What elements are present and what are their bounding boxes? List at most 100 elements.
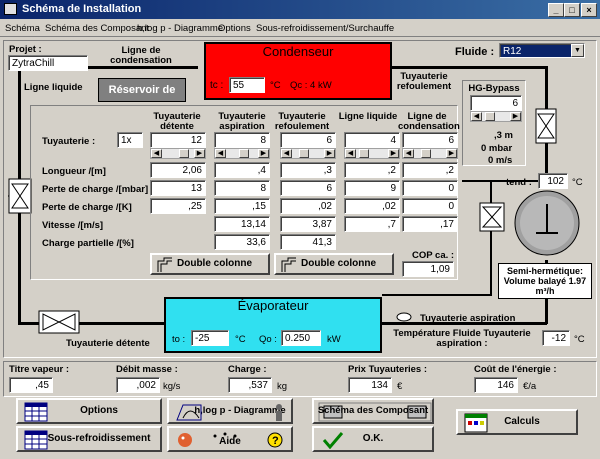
to-input[interactable]: -25 xyxy=(191,330,229,346)
tuyauterie-ligne-liquide[interactable]: 4 xyxy=(344,132,400,148)
ligne-condensation-label: Ligne de condensation xyxy=(110,45,172,66)
checkmark-icon xyxy=(322,432,344,449)
to-label: to : xyxy=(172,334,186,345)
qo-label: Qo : xyxy=(259,334,277,345)
charge-partielle-refoulement: 41,3 xyxy=(280,234,336,250)
compressor-unit: m³/h xyxy=(535,286,555,296)
hg-bypass-title: HG-Bypass xyxy=(468,83,520,94)
aide-label: Aide xyxy=(219,436,241,447)
perte-mbar-detente: 13 xyxy=(150,180,206,196)
perte-mbar-aspiration: 8 xyxy=(214,180,270,196)
row-label-perte-k: Perte de charge /[K] xyxy=(42,202,132,213)
debit-masse-value: ,002 xyxy=(116,377,160,393)
maximize-button[interactable]: □ xyxy=(564,3,580,17)
valve-bypass-icon xyxy=(479,202,505,232)
aide-button[interactable]: ? Aide xyxy=(167,426,293,452)
tuyauterie-detente[interactable]: 12 xyxy=(150,132,206,148)
menu-schema-composant[interactable]: Schéma des Composant xyxy=(45,23,149,34)
arrow-left-icon[interactable]: ◀ xyxy=(471,112,482,121)
hg-bypass-scrollbar[interactable]: ◀ ▶ xyxy=(470,111,522,122)
double-colonne-aspiration-button[interactable]: Double colonne xyxy=(150,253,270,275)
tuyauterie-refoulement[interactable]: 6 xyxy=(280,132,336,148)
scrollbar-ligne-condensation[interactable]: ◀ ▶ xyxy=(402,148,458,159)
pipe-top-right xyxy=(392,66,547,69)
compressor-info: Semi-hermétique: Volume balayé 1.97 m³/h xyxy=(498,263,592,299)
temp-fluide-label: Température Fluide Tuyauterie aspiration… xyxy=(393,328,531,349)
scrollbar-aspiration[interactable]: ◀ ▶ xyxy=(214,148,270,159)
perte-k-aspiration: ,15 xyxy=(214,198,270,214)
calculs-button[interactable]: Calculs xyxy=(456,409,578,435)
hg-bypass-input[interactable]: 6 xyxy=(470,95,522,111)
minimize-button[interactable]: _ xyxy=(548,3,564,17)
double-colonne-refoulement-button[interactable]: Double colonne xyxy=(274,253,394,275)
tend-label: tend : xyxy=(506,177,532,188)
col-header-ligne-liquide: Ligne liquide xyxy=(338,111,398,122)
pipe-bypass-bottom xyxy=(382,294,492,296)
diagram-icon xyxy=(176,404,202,421)
menu-options[interactable]: Options xyxy=(218,23,251,34)
double-colonne-refoulement-label: Double colonne xyxy=(301,258,376,269)
debit-masse-unit: kg/s xyxy=(163,381,181,392)
valve-right-icon xyxy=(535,108,557,144)
longueur-ligne-condensation[interactable]: ,2 xyxy=(402,162,458,178)
tc-input[interactable]: 55 xyxy=(229,77,265,93)
qo-input[interactable]: 0.250 xyxy=(281,330,321,346)
hlogp-button[interactable]: h,log p - Diagramme xyxy=(167,398,293,424)
chevron-down-icon[interactable]: ▼ xyxy=(571,44,584,57)
longueur-detente[interactable]: 2,06 xyxy=(150,162,206,178)
scrollbar-ligne-liquide[interactable]: ◀ ▶ xyxy=(344,148,400,159)
spreadsheet-icon xyxy=(24,402,48,422)
projet-label: Projet : xyxy=(9,44,42,55)
tc-label: tc : xyxy=(210,80,224,91)
col-header-refoulement: Tuyauterie refoulement xyxy=(274,111,330,132)
double-column-icon xyxy=(281,257,296,272)
window-title: Schéma de Installation xyxy=(22,3,142,15)
charge-unit: kg xyxy=(277,381,288,392)
schema-composant-button[interactable]: Schéma des Composant xyxy=(312,398,434,424)
tend-unit: °C xyxy=(572,177,583,188)
options-button[interactable]: Options xyxy=(16,398,162,424)
perte-mbar-ligne-condensation: 0 xyxy=(402,180,458,196)
tuyauterie-ligne-condensation[interactable]: 6 xyxy=(402,132,458,148)
tuyauterie-aspiration[interactable]: 8 xyxy=(214,132,270,148)
hg-bypass-m: ,3 m xyxy=(494,130,514,141)
temp-fluide-input[interactable]: -12 xyxy=(542,330,570,346)
menu-schema[interactable]: Schéma xyxy=(5,23,40,34)
pipe-bypass-h xyxy=(462,180,547,182)
projet-input[interactable]: ZytraChill xyxy=(8,55,88,71)
perte-k-detente: ,25 xyxy=(150,198,206,214)
ok-button[interactable]: O.K. xyxy=(312,426,434,452)
longueur-aspiration[interactable]: ,4 xyxy=(214,162,270,178)
menu-hlogp[interactable]: h,log p - Diagramme xyxy=(137,23,223,34)
prix-unit: € xyxy=(397,381,403,392)
ok-label: O.K. xyxy=(362,433,384,444)
title-bar: Schéma de Installation _ □ × xyxy=(0,0,600,19)
vitesse-refoulement: 3,87 xyxy=(280,216,336,232)
menu-sous-refroidissement[interactable]: Sous-refroidissement/Surchauffe xyxy=(256,23,394,34)
fluide-label: Fluide : xyxy=(455,46,495,58)
evaporateur-title: Évaporateur xyxy=(237,298,309,313)
arrow-right-icon[interactable]: ▶ xyxy=(510,112,521,121)
double-column-icon xyxy=(157,257,172,272)
scrollbar-detente[interactable]: ◀ ▶ xyxy=(150,148,206,159)
calculator-icon xyxy=(464,413,488,433)
cout-unit: €/a xyxy=(523,381,537,392)
scrollbar-refoulement[interactable]: ◀ ▶ xyxy=(280,148,336,159)
cop-label: COP ca. : xyxy=(412,250,455,261)
longueur-ligne-liquide[interactable]: ,2 xyxy=(344,162,400,178)
col-header-ligne-condensation: Ligne de condensation xyxy=(398,111,460,132)
valve-left-icon xyxy=(8,178,32,214)
charge-partielle-aspiration: 33,6 xyxy=(214,234,270,250)
close-button[interactable]: × xyxy=(581,3,597,17)
perte-mbar-refoulement: 6 xyxy=(280,180,336,196)
vitesse-ligne-condensation: ,17 xyxy=(402,216,458,232)
calculs-label: Calculs xyxy=(504,416,540,427)
tuyauterie-label: Tuyauterie : xyxy=(42,136,96,147)
row-label-vitesse: Vitesse /[m/s] xyxy=(42,220,104,231)
col-header-detente: Tuyauterie détente xyxy=(153,111,201,132)
longueur-refoulement[interactable]: ,3 xyxy=(280,162,336,178)
tend-input[interactable]: 102 xyxy=(538,173,568,189)
fluide-select[interactable]: R12 ▼ xyxy=(499,43,585,58)
multiplier-input[interactable]: 1x xyxy=(117,132,143,148)
sous-refroidissement-button[interactable]: Sous-refroidissement xyxy=(16,426,162,452)
